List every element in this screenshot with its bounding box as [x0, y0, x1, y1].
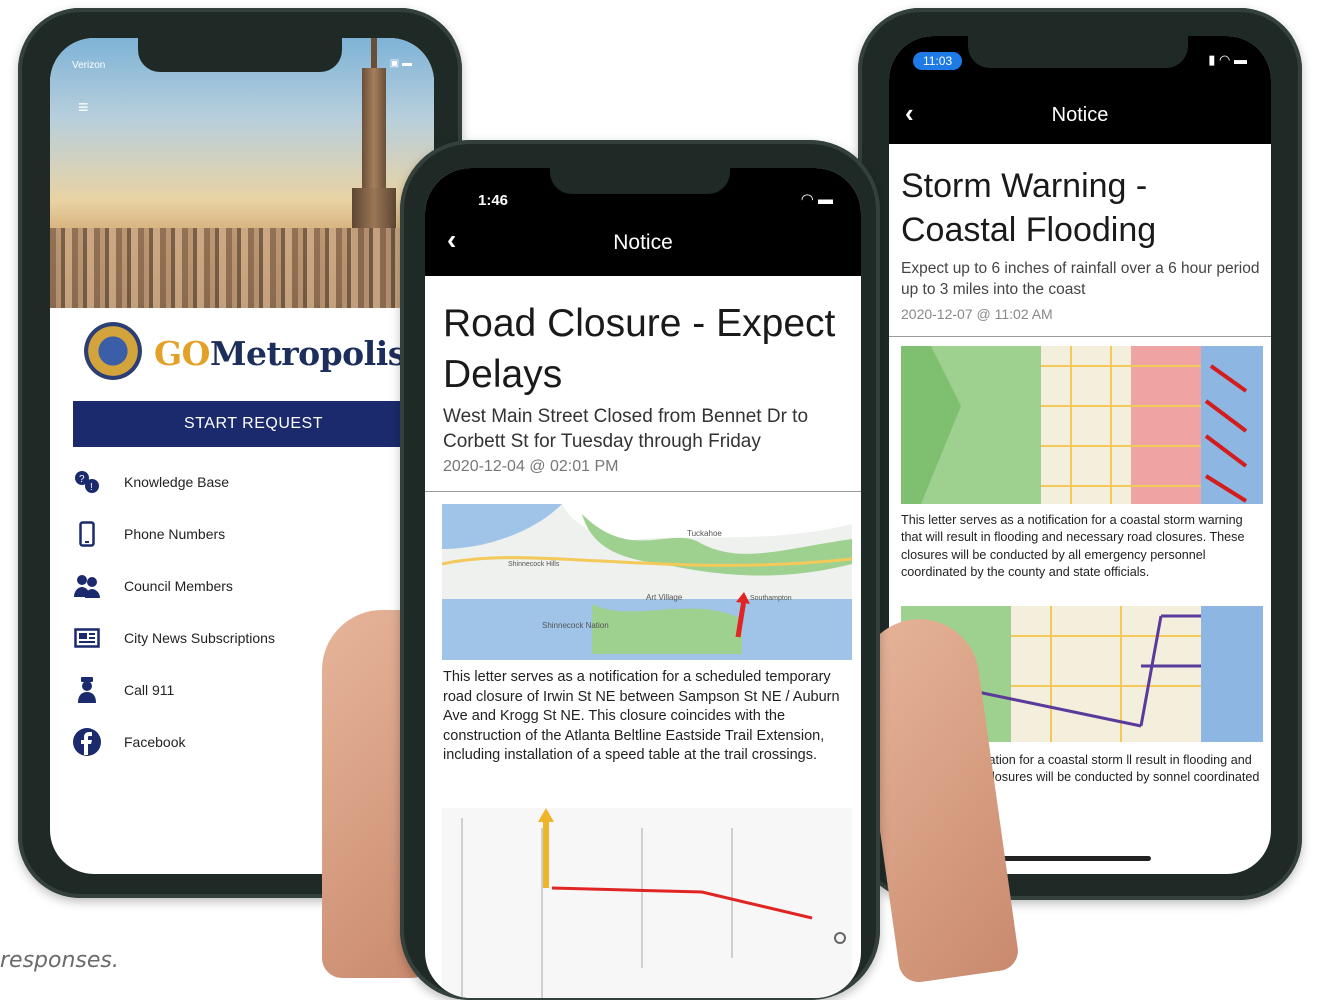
hamburger-menu-icon[interactable]: ≡ — [78, 98, 94, 116]
svg-text:!: ! — [90, 482, 93, 493]
menu-item-phone-numbers[interactable]: Phone Numbers — [72, 514, 412, 554]
map-label: Southampton — [750, 595, 792, 602]
notice-title: Storm Warning - Coastal Flooding — [901, 167, 1157, 249]
svg-text:?: ? — [79, 474, 85, 485]
carrier-label: Verizon — [72, 60, 106, 71]
menu-item-council-members[interactable]: Council Members — [72, 566, 412, 606]
home-indicator — [995, 856, 1151, 861]
divider — [889, 336, 1271, 337]
brand-title: GOMetropolis — [154, 334, 406, 373]
map-label: Tuckahoe — [687, 529, 722, 538]
police-icon — [72, 675, 102, 705]
brand-prefix: GO — [154, 334, 210, 373]
menu-label: Facebook — [124, 734, 186, 750]
status-time: 11:03 — [913, 52, 963, 70]
status-icons: ▣ ▬ — [389, 58, 412, 69]
city-skyline — [50, 228, 434, 308]
city-hero-image — [50, 38, 434, 308]
council-members-icon — [72, 571, 102, 601]
notice-date: 2020-12-04 @ 02:01 PM — [443, 458, 619, 475]
phone-notch — [968, 36, 1188, 68]
notice-body: This letter serves as a notification for… — [901, 513, 1245, 580]
nav-title: Notice — [1051, 104, 1109, 126]
road-map: Tuckahoe Shinnecock Hills Art Village So… — [442, 504, 852, 660]
status-icons: ◠ ▬ — [800, 191, 833, 208]
phone-notch — [138, 38, 342, 72]
middle-phone: 1:46 ◠ ▬ ‹ Notice Road Closure - Expect … — [400, 140, 880, 1000]
phone-icon — [72, 519, 102, 549]
map-label: Shinnecock Hills — [508, 561, 560, 568]
notice-title: Road Closure - Expect Delays — [443, 302, 836, 396]
menu-label: Phone Numbers — [124, 526, 226, 542]
street-map — [442, 808, 852, 998]
city-seal-logo — [84, 322, 142, 380]
facebook-icon — [72, 727, 102, 757]
notice-body: This letter serves as a notification for… — [443, 669, 840, 764]
map-label: Art Village — [646, 593, 683, 602]
menu-label: City News Subscriptions — [124, 630, 275, 646]
road-notice-screen: 1:46 ◠ ▬ ‹ Notice Road Closure - Expect … — [425, 168, 861, 998]
news-icon — [72, 623, 102, 653]
menu-label: Call 911 — [124, 682, 175, 698]
caption-text: responses. — [0, 948, 119, 973]
start-request-button[interactable]: START REQUEST — [73, 401, 434, 447]
menu-item-knowledge-base[interactable]: ?! Knowledge Base — [72, 462, 412, 502]
notice-subtitle: Expect up to 6 inches of rainfall over a… — [901, 260, 1260, 298]
phone-notch — [550, 166, 730, 194]
map-label: Shinnecock Nation — [542, 621, 609, 630]
status-time: 1:46 — [478, 192, 509, 209]
status-icons: ▮ ◠ ▬ — [1208, 52, 1247, 67]
nav-title: Notice — [613, 231, 673, 254]
flood-map — [901, 346, 1263, 504]
divider — [425, 491, 861, 492]
notice-subtitle: West Main Street Closed from Bennet Dr t… — [443, 406, 809, 452]
menu-label: Council Members — [124, 578, 233, 594]
notice-date: 2020-12-07 @ 11:02 AM — [901, 306, 1053, 322]
menu-label: Knowledge Base — [124, 474, 230, 490]
knowledge-base-icon: ?! — [72, 467, 102, 497]
brand-suffix: Metropolis — [209, 334, 406, 373]
